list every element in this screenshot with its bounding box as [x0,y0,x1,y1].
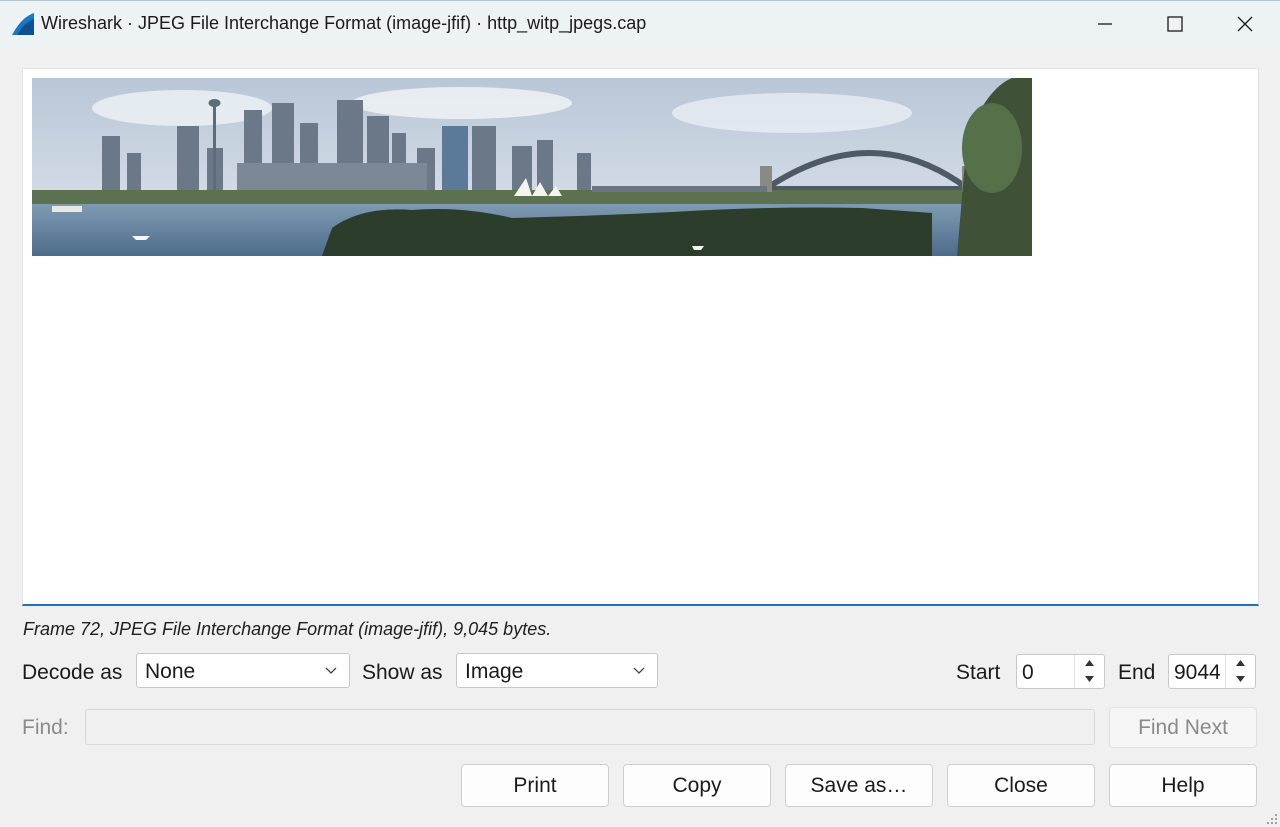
start-decrement-button[interactable] [1074,671,1104,688]
minimize-icon [1098,23,1112,25]
start-label: Start [956,661,1001,684]
decode-as-select[interactable]: None [136,653,350,688]
find-next-button[interactable]: Find Next [1109,707,1257,748]
close-icon [1237,16,1253,32]
copy-button[interactable]: Copy [623,764,771,807]
sydney-harbour-panorama [32,78,1032,256]
frame-info-text: Frame 72, JPEG File Interchange Format (… [23,619,552,639]
show-as-value: Image [465,660,524,683]
caret-up-icon [1236,660,1245,666]
chevron-down-icon [633,667,645,674]
end-label: End [1118,661,1156,684]
resize-grip-icon[interactable] [1266,813,1278,825]
caret-down-icon [1085,676,1094,682]
caret-up-icon [1085,660,1094,666]
show-as-label: Show as [362,661,443,684]
maximize-icon [1167,16,1183,32]
print-button[interactable]: Print [461,764,609,807]
close-window-button[interactable] [1210,1,1280,47]
caret-down-icon [1236,676,1245,682]
find-label: Find: [22,716,69,739]
chevron-down-icon [325,667,337,674]
image-viewer[interactable] [22,68,1259,606]
help-button[interactable]: Help [1109,764,1257,807]
end-value: 9044 [1174,661,1221,684]
minimize-button[interactable] [1070,1,1140,47]
find-input[interactable] [85,709,1095,745]
title-bar[interactable]: Wireshark · JPEG File Interchange Format… [0,0,1280,47]
show-as-select[interactable]: Image [456,653,658,688]
decode-as-value: None [145,660,196,683]
maximize-button[interactable] [1140,1,1210,47]
start-spinbox[interactable]: 0 [1016,654,1105,689]
window-title: Wireshark · JPEG File Interchange Format… [41,13,647,33]
start-value: 0 [1022,661,1034,684]
start-increment-button[interactable] [1074,655,1104,671]
save-as-button[interactable]: Save as… [785,764,933,807]
close-button[interactable]: Close [947,764,1095,807]
end-decrement-button[interactable] [1225,671,1255,688]
end-spinbox[interactable]: 9044 [1168,654,1256,689]
end-increment-button[interactable] [1225,655,1255,671]
wireshark-fin-icon [12,13,34,35]
decode-as-label: Decode as [22,661,123,684]
